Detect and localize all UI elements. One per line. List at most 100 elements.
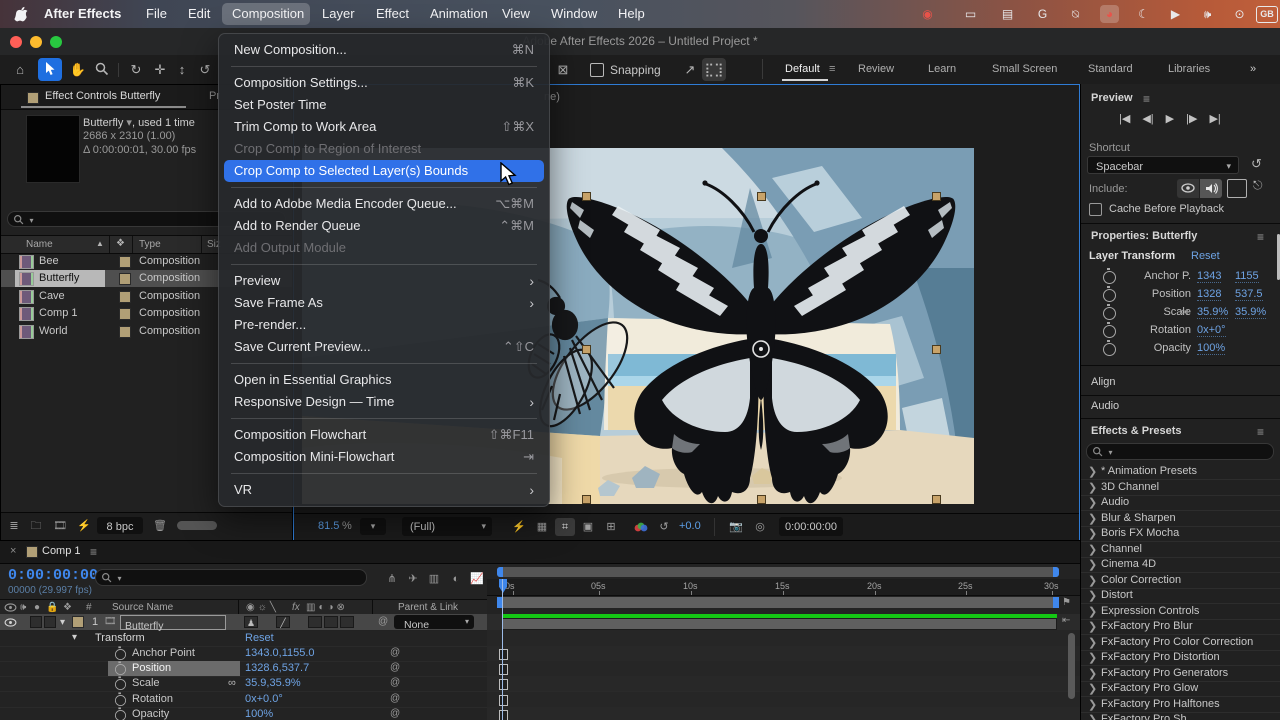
workspace-tab-small-screen[interactable]: Small Screen xyxy=(992,55,1057,83)
effects-category-fxfactory-pro-blur[interactable]: ❯FxFactory Pro Blur xyxy=(1081,619,1280,635)
stopwatch-icon[interactable] xyxy=(1103,343,1116,356)
category-chevron-icon[interactable]: ❯ xyxy=(1088,543,1097,556)
label-column-icon[interactable]: ❖ xyxy=(116,238,125,249)
effects-category-fxfactory-pro-color-correction[interactable]: ❯FxFactory Pro Color Correction xyxy=(1081,635,1280,651)
moon-icon[interactable]: ☾ xyxy=(1134,5,1153,23)
play-circle-icon[interactable]: ▶ xyxy=(1166,5,1185,23)
viewer-zoom-value[interactable]: 81.5 xyxy=(318,520,339,532)
chrome-icon[interactable]: G xyxy=(1033,5,1052,23)
stopwatch-icon[interactable] xyxy=(115,679,126,690)
effects-presets-menu-icon[interactable]: ≡ xyxy=(1257,425,1264,439)
menu-item-set-poster-time[interactable]: Set Poster Time xyxy=(224,94,544,116)
menu-item-preview[interactable]: Preview› xyxy=(224,270,544,292)
next-frame-button[interactable]: |▶ xyxy=(1186,112,1197,130)
timeline-tab-menu-icon[interactable]: ≡ xyxy=(90,545,97,559)
workspace-tab-default[interactable]: Default xyxy=(785,55,820,83)
effects-category-distort[interactable]: ❯Distort xyxy=(1081,588,1280,604)
project-item-label-swatch[interactable] xyxy=(119,326,131,338)
include-overlays-icon[interactable] xyxy=(1227,179,1247,198)
column-name[interactable]: Name xyxy=(26,239,53,250)
navigator-start-handle[interactable] xyxy=(497,567,503,577)
menu-item-add-to-adobe-media-encoder-queue[interactable]: Add to Adobe Media Encoder Queue...⌥⌘M xyxy=(224,193,544,215)
category-chevron-icon[interactable]: ❯ xyxy=(1088,465,1097,478)
timeline-property-row-scale[interactable]: Scale∞35.9,35.9%@ xyxy=(0,676,1080,692)
new-composition-icon[interactable]: 🎞 xyxy=(51,518,69,534)
menu-item-trim-comp-to-work-area[interactable]: Trim Comp to Work Area⇧⌘X xyxy=(224,116,544,138)
parent-link-column[interactable]: Parent & Link xyxy=(398,602,458,613)
show-snapshot-icon[interactable]: ◎ xyxy=(750,518,770,536)
effects-category-color-correction[interactable]: ❯Color Correction xyxy=(1081,573,1280,589)
snapping-checkbox[interactable] xyxy=(590,63,604,77)
orbit-camera-tool-button[interactable]: ↻ xyxy=(124,58,148,81)
menu-item-composition-flowchart[interactable]: Composition Flowchart⇧⌘F11 xyxy=(224,424,544,446)
thumbnail-size-slider[interactable] xyxy=(177,521,217,530)
reset-shortcut-icon[interactable]: ↺ xyxy=(1251,156,1262,172)
pickwhip-icon[interactable]: @ xyxy=(390,693,400,704)
pickwhip-icon[interactable]: @ xyxy=(390,677,400,688)
layer-switch-cell3[interactable] xyxy=(340,616,354,628)
zoom-tool-button[interactable] xyxy=(90,58,114,81)
timeline-search-input[interactable]: ▾ xyxy=(95,569,367,586)
effects-category-boris-fx-mocha[interactable]: ❯Boris FX Mocha xyxy=(1081,526,1280,542)
menubar-item-animation[interactable]: Animation xyxy=(430,0,488,28)
properties-reset-button[interactable]: Reset xyxy=(1191,250,1220,262)
keyboard-input-badge[interactable]: GB xyxy=(1256,6,1278,23)
cast-record-icon[interactable]: ◉ xyxy=(918,5,937,23)
zoom-dropdown-chevron[interactable]: ▾ xyxy=(360,518,386,535)
category-chevron-icon[interactable]: ❯ xyxy=(1088,527,1097,540)
category-chevron-icon[interactable]: ❯ xyxy=(1088,512,1097,525)
hand-tool-button[interactable]: ✋ xyxy=(66,58,90,81)
menubar-item-after-effects[interactable]: After Effects xyxy=(44,0,121,28)
last-frame-button[interactable]: ▶| xyxy=(1209,112,1220,130)
first-frame-button[interactable]: |◀ xyxy=(1119,112,1130,130)
motion-blur-icon[interactable]: ◐ xyxy=(447,571,465,587)
close-tab-icon[interactable]: × xyxy=(10,545,16,557)
rotate-tool-button[interactable]: ↺ xyxy=(193,58,217,81)
lock-cell[interactable] xyxy=(44,616,56,628)
pickwhip-icon[interactable]: @ xyxy=(390,708,400,719)
transform-reset-button[interactable]: Reset xyxy=(245,632,274,644)
property-value[interactable]: 1328 xyxy=(1197,288,1221,301)
home-icon[interactable]: ⌂ xyxy=(8,58,32,81)
project-item-label-swatch[interactable] xyxy=(119,308,131,320)
export-icon[interactable]: ⎋ xyxy=(1253,178,1263,193)
effects-category-fxfactory-pro-distortion[interactable]: ❯FxFactory Pro Distortion xyxy=(1081,650,1280,666)
timeline-property-row-anchor-point[interactable]: Anchor Point1343.0,1155.0@ xyxy=(0,646,1080,662)
timeline-property-row-position[interactable]: Position1328.6,537.7@ xyxy=(0,661,1080,677)
category-chevron-icon[interactable]: ❯ xyxy=(1088,605,1097,618)
timeline-property-value[interactable]: 1328.6,537.7 xyxy=(245,662,309,674)
effects-category-animation-presets[interactable]: ❯* Animation Presets xyxy=(1081,464,1280,480)
tab-effect-controls[interactable]: Effect Controls Butterfly xyxy=(45,90,160,102)
info-circle-icon[interactable]: ⊙ xyxy=(1230,5,1249,23)
solo-cell[interactable] xyxy=(30,616,42,628)
category-chevron-icon[interactable]: ❯ xyxy=(1088,558,1097,571)
effects-category-blur-sharpen[interactable]: ❯Blur & Sharpen xyxy=(1081,511,1280,527)
workspace-tab-standard[interactable]: Standard xyxy=(1088,55,1133,83)
twirl-down-icon[interactable]: ▾ xyxy=(72,632,77,643)
workspace-tab-libraries[interactable]: Libraries xyxy=(1168,55,1210,83)
comp-marker-icon[interactable]: ⚑ xyxy=(1062,597,1071,608)
menubar-item-composition[interactable]: Composition xyxy=(232,0,304,28)
bit-depth-button[interactable]: 8 bpc xyxy=(107,521,134,533)
category-chevron-icon[interactable]: ❯ xyxy=(1088,713,1097,720)
stopwatch-icon[interactable] xyxy=(1103,271,1116,284)
workspace-tab-review[interactable]: Review xyxy=(858,55,894,83)
property-value[interactable]: 537.5 xyxy=(1235,288,1263,301)
apple-logo-icon[interactable] xyxy=(14,6,29,23)
timeline-vscrollbar[interactable] xyxy=(1068,633,1075,699)
effects-category-3d-channel[interactable]: ❯3D Channel xyxy=(1081,480,1280,496)
category-chevron-icon[interactable]: ❯ xyxy=(1088,698,1097,711)
menubar-item-view[interactable]: View xyxy=(502,0,530,28)
link-scale-icon[interactable]: ∞ xyxy=(228,677,236,689)
preview-menu-icon[interactable]: ≡ xyxy=(1143,92,1150,106)
speaker-icon[interactable]: 🕪 xyxy=(1198,5,1217,23)
work-area-end[interactable] xyxy=(1053,597,1059,608)
trash-icon[interactable]: 🗑 xyxy=(151,518,169,534)
frame-blending-icon[interactable]: ▥ xyxy=(425,571,443,587)
composition-flowchart-icon[interactable]: ⋔ xyxy=(383,571,401,587)
free-transform-icon[interactable]: ⊠ xyxy=(551,58,575,81)
guides-icon[interactable]: ⊞ xyxy=(601,518,621,536)
workspace-tab-menu-icon[interactable]: ≡ xyxy=(829,55,835,83)
menu-item-save-frame-as[interactable]: Save Frame As› xyxy=(224,292,544,314)
parent-dropdown[interactable]: None ▾ xyxy=(394,615,474,629)
